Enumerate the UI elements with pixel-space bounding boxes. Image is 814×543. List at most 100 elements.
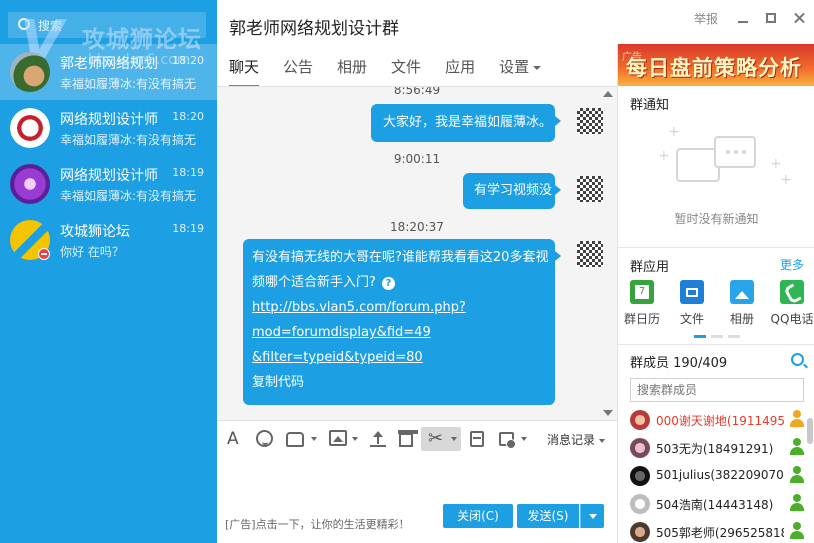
avatar	[10, 108, 50, 148]
chat-history[interactable]: 8:56:49 大家好，我是幸福如履薄冰。 9:00:11 有学习视频没 18:…	[217, 86, 617, 420]
divider	[618, 247, 814, 248]
member-item[interactable]: 501julius(382209070)	[630, 464, 804, 492]
screenshot-button[interactable]: ✂	[421, 427, 461, 451]
message-link[interactable]: &filter=typeid&typeid=80	[243, 345, 555, 370]
close-button[interactable]: 关闭(C)	[443, 504, 513, 528]
pager-dot[interactable]	[694, 335, 706, 338]
session-time: 18:20	[172, 54, 204, 67]
avatar	[10, 164, 50, 204]
session-preview: 幸福如履薄冰:有没有搞无	[60, 77, 197, 91]
session-time: 18:20	[172, 110, 204, 123]
session-sidebar: 搜索 V 攻城狮论坛 bbs.vlan5.com 郭老师网络规划 18:20 幸…	[0, 0, 217, 543]
session-item[interactable]: 网络规划设计师 18:19 幸福如履薄冰:有没有搞无	[0, 156, 217, 212]
chevron-down-icon	[451, 437, 457, 441]
screen-share-icon[interactable]	[499, 432, 516, 449]
apps-title: 群应用	[630, 260, 670, 275]
chevron-down-icon	[533, 65, 542, 70]
upload-icon[interactable]	[369, 430, 387, 448]
member-item[interactable]: 503无为(18491291)	[630, 436, 804, 464]
phone-icon	[780, 280, 804, 304]
message-input[interactable]: [广告]点击一下，让你的生活更精彩！ 关闭(C) 发送(S)	[217, 456, 617, 543]
app-phone[interactable]: QQ电话	[770, 280, 814, 327]
session-item[interactable]: 郭老师网络规划 18:20 幸福如履薄冰:有没有搞无	[0, 44, 217, 100]
message-bubble: 有没有搞无线的大哥在呢?谁能帮我看看这20多套视 频哪个适合新手入门?? htt…	[243, 239, 561, 405]
chevron-down-icon[interactable]	[521, 437, 527, 441]
session-search-input[interactable]: 搜索	[8, 12, 206, 38]
member-item[interactable]: 504浩南(14443148)	[630, 492, 804, 520]
tab-album[interactable]: 相册	[337, 56, 367, 82]
divider	[618, 344, 814, 345]
session-item[interactable]: 攻城狮论坛 18:19 你好 在吗？	[0, 212, 217, 268]
search-icon	[18, 18, 30, 30]
chevron-down-icon[interactable]	[352, 437, 358, 441]
tab-files[interactable]: 文件	[391, 56, 421, 82]
pager-dot[interactable]	[711, 335, 723, 338]
member-search-input[interactable]	[630, 378, 804, 402]
tab-announcement[interactable]: 公告	[283, 56, 313, 82]
session-preview: 你好 在吗？	[60, 245, 124, 259]
tab-chat[interactable]: 聊天	[229, 56, 260, 88]
copy-code-link[interactable]: 复制代码	[243, 370, 555, 395]
message-history-button[interactable]: 消息记录	[547, 431, 605, 448]
session-preview: 幸福如履薄冰:有没有搞无	[60, 133, 197, 147]
message-line-wrap: 频哪个适合新手入门??	[243, 270, 555, 295]
font-icon[interactable]: A	[227, 430, 245, 448]
app-pager	[694, 335, 740, 338]
sticker-icon[interactable]	[286, 432, 304, 447]
message-time: 8:56:49	[393, 86, 441, 97]
maximize-icon[interactable]	[764, 11, 778, 25]
app-calendar[interactable]: 群日历	[620, 280, 664, 327]
member-name: 503无为(18491291)	[656, 442, 774, 456]
ad-banner[interactable]: 广告 每日盘前策略分析	[618, 44, 814, 86]
group-title: 郭老师网络规划设计群	[229, 19, 399, 39]
message-link[interactable]: mod=forumdisplay&fid=49	[243, 320, 555, 345]
scroll-down-icon[interactable]	[603, 410, 613, 416]
pager-dot[interactable]	[728, 335, 740, 338]
notice-empty-text: 暂时没有新通知	[674, 212, 759, 226]
gift-icon[interactable]	[398, 430, 418, 447]
group-tabs: 聊天 公告 相册 文件 应用 设置	[229, 56, 565, 88]
member-name: 505郭老师(296525818)	[656, 526, 784, 540]
app-label: 相册	[729, 312, 754, 326]
message-time: 18:20:37	[390, 220, 444, 234]
member-item[interactable]: 000谢天谢地(19114953	[630, 408, 804, 436]
admin-icon	[788, 494, 806, 512]
session-name: 郭老师网络规划	[60, 56, 158, 72]
session-item[interactable]: 网络规划设计师 18:20 幸福如履薄冰:有没有搞无	[0, 100, 217, 156]
app-album[interactable]: 相册	[720, 280, 764, 327]
message-bubble: 大家好，我是幸福如履薄冰。	[371, 104, 561, 142]
message-bubble: 有学习视频没	[463, 173, 561, 209]
group-info-panel: 广告 每日盘前策略分析 群通知 + + + + 暂时没有新通知 群应用 更多 群…	[617, 44, 814, 543]
image-icon[interactable]	[329, 430, 347, 446]
emoji-icon[interactable]	[256, 430, 273, 447]
avatar	[630, 522, 650, 542]
chevron-down-icon	[589, 514, 597, 519]
search-icon[interactable]	[791, 353, 804, 366]
more-apps-link[interactable]: 更多	[780, 256, 804, 273]
owner-icon	[788, 410, 806, 428]
input-toolbar: A ✂ 消息记录	[217, 420, 617, 456]
chevron-down-icon[interactable]	[311, 437, 317, 441]
tab-settings[interactable]: 设置	[499, 58, 529, 76]
admin-icon	[788, 466, 806, 484]
message-link[interactable]: http://bbs.vlan5.com/forum.php?	[243, 295, 555, 320]
offline-badge-icon	[38, 248, 50, 260]
send-button[interactable]: 发送(S)	[517, 504, 579, 528]
send-options-button[interactable]	[580, 504, 604, 528]
member-scrollbar[interactable]	[807, 418, 813, 444]
minimize-icon[interactable]	[736, 11, 750, 25]
plus-icon: +	[780, 172, 792, 188]
admin-icon	[788, 522, 806, 540]
report-button[interactable]: 举报	[694, 10, 718, 27]
app-files[interactable]: 文件	[670, 280, 714, 327]
tab-apps[interactable]: 应用	[445, 56, 475, 82]
tab-settings-wrap[interactable]: 设置	[499, 56, 542, 82]
red-packet-icon[interactable]	[470, 431, 484, 447]
member-item[interactable]: 505郭老师(296525818)	[630, 520, 804, 543]
session-time: 18:19	[172, 222, 204, 235]
ad-link[interactable]: [广告]点击一下，让你的生活更精彩！	[225, 516, 410, 532]
close-icon[interactable]	[792, 11, 806, 25]
plus-icon: +	[668, 124, 680, 140]
avatar	[577, 176, 603, 202]
message-line: 频哪个适合新手入门?	[252, 275, 376, 290]
